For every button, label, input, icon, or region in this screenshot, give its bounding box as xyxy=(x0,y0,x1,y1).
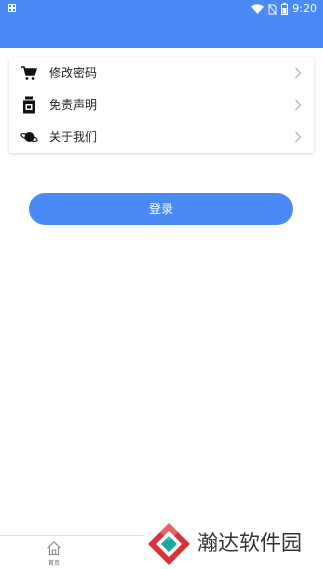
notification-icon xyxy=(8,4,16,12)
status-time: 9:20 xyxy=(292,2,317,15)
nav-tab-label: 首页 xyxy=(47,560,60,567)
menu-item-label: 关于我们 xyxy=(49,130,98,144)
menu-item-disclaimer[interactable]: 免责声明 xyxy=(9,89,314,121)
home-icon xyxy=(47,541,61,556)
planet-icon xyxy=(20,132,38,142)
menu-item-about-us[interactable]: 关于我们 xyxy=(9,121,314,153)
watermark-text: 瀚达软件园 xyxy=(197,531,302,555)
settings-menu-card: 修改密码 免责声明 关于我们 xyxy=(9,57,314,153)
wifi-icon xyxy=(251,4,265,14)
battery-icon xyxy=(281,3,289,15)
menu-item-label: 免责声明 xyxy=(49,98,98,112)
login-button[interactable]: 登录 xyxy=(29,193,293,225)
chevron-right-icon xyxy=(295,67,302,79)
cart-icon xyxy=(21,66,37,80)
menu-item-change-password[interactable]: 修改密码 xyxy=(9,57,314,89)
status-icons: 9:20 xyxy=(251,2,317,16)
chevron-right-icon xyxy=(295,131,302,143)
menu-item-label: 修改密码 xyxy=(49,66,98,80)
watermark-logo xyxy=(148,523,190,565)
nav-tab-home[interactable]: 首页 xyxy=(40,540,68,569)
no-sim-icon xyxy=(268,3,278,15)
bottle-icon xyxy=(23,96,35,114)
watermark: 瀚达软件园 xyxy=(145,518,323,569)
chevron-right-icon xyxy=(295,99,302,111)
status-bar: 9:20 xyxy=(0,0,323,48)
